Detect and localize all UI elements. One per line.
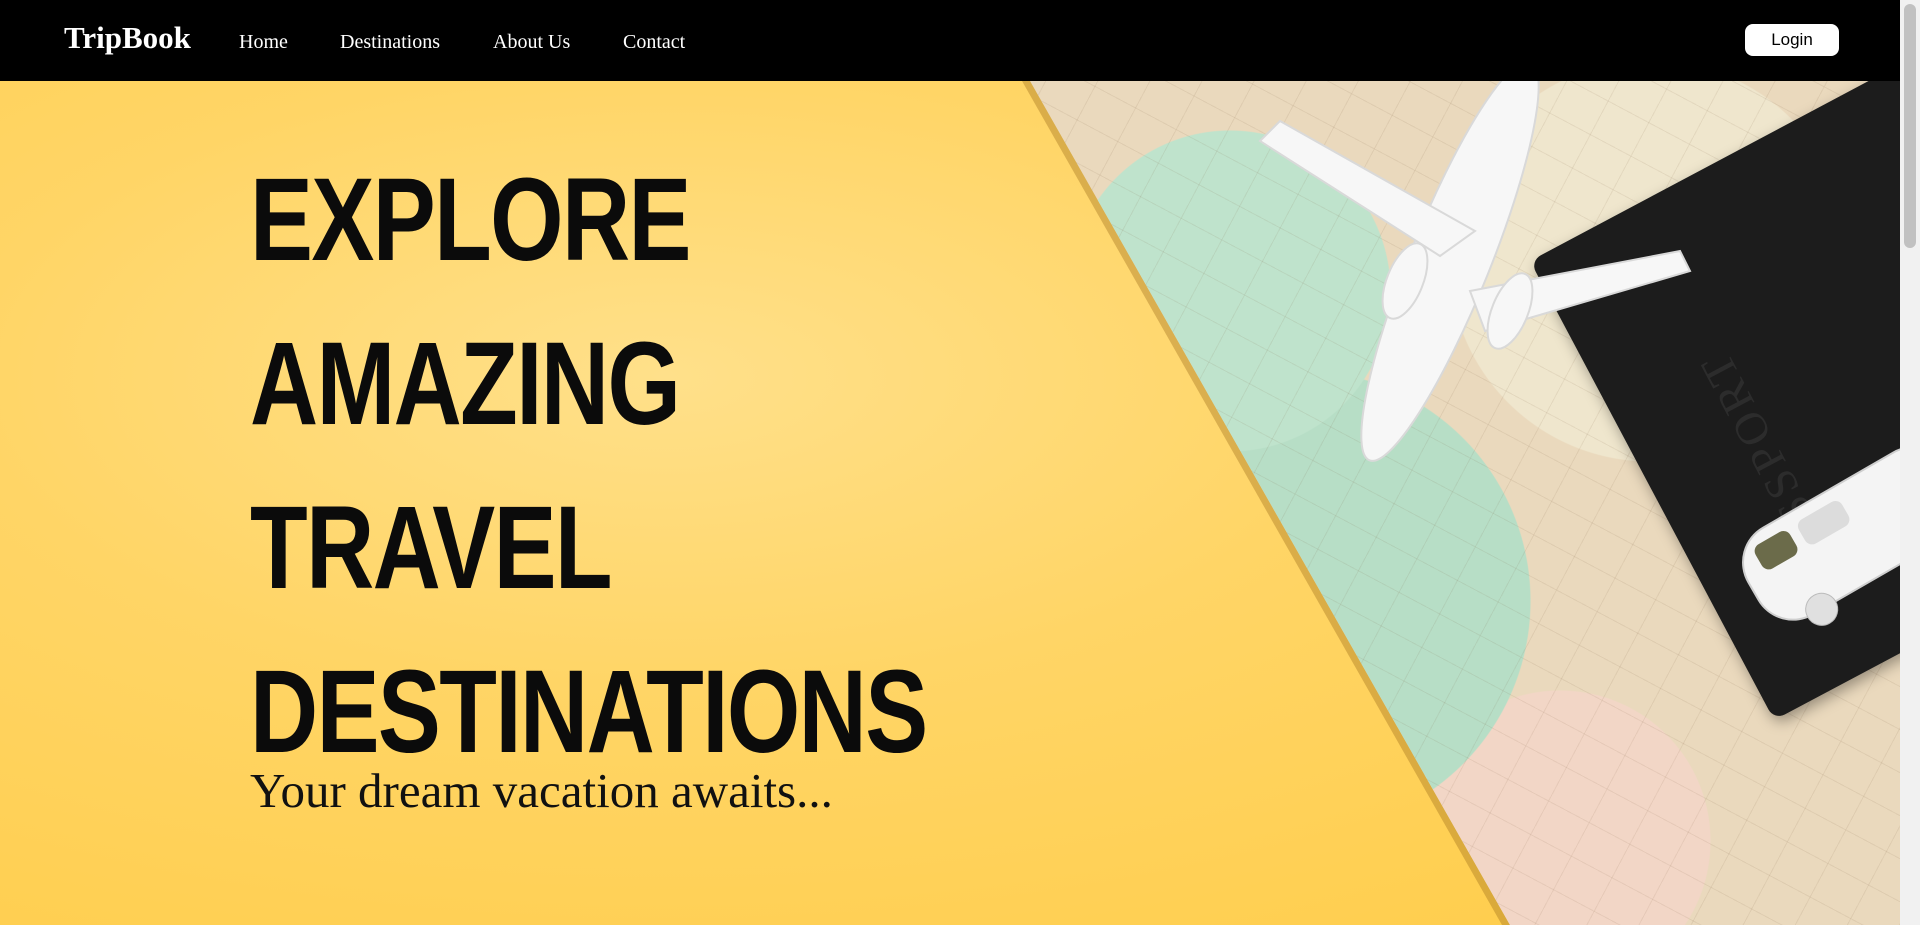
login-button[interactable]: Login — [1745, 24, 1839, 56]
navbar: TripBook Home Destinations About Us Cont… — [0, 0, 1900, 81]
headline-line-3: TRAVEL — [250, 482, 613, 614]
airplane-toy-icon — [1258, 81, 1692, 462]
hero-tagline: Your dream vacation awaits... — [250, 763, 833, 818]
toy-van-icon — [1742, 446, 1900, 626]
headline-line-4: DESTINATIONS — [250, 646, 928, 778]
page-scrollbar[interactable] — [1900, 0, 1920, 925]
brand-logo[interactable]: TripBook — [64, 20, 191, 56]
headline-line-1: EXPLORE — [250, 154, 692, 286]
nav-link-contact[interactable]: Contact — [623, 31, 685, 54]
nav-link-destinations[interactable]: Destinations — [340, 31, 440, 54]
scrollbar-thumb[interactable] — [1904, 4, 1916, 248]
nav-link-home[interactable]: Home — [239, 31, 288, 54]
nav-link-about-us[interactable]: About Us — [493, 31, 570, 54]
headline-line-2: AMAZING — [250, 318, 681, 450]
